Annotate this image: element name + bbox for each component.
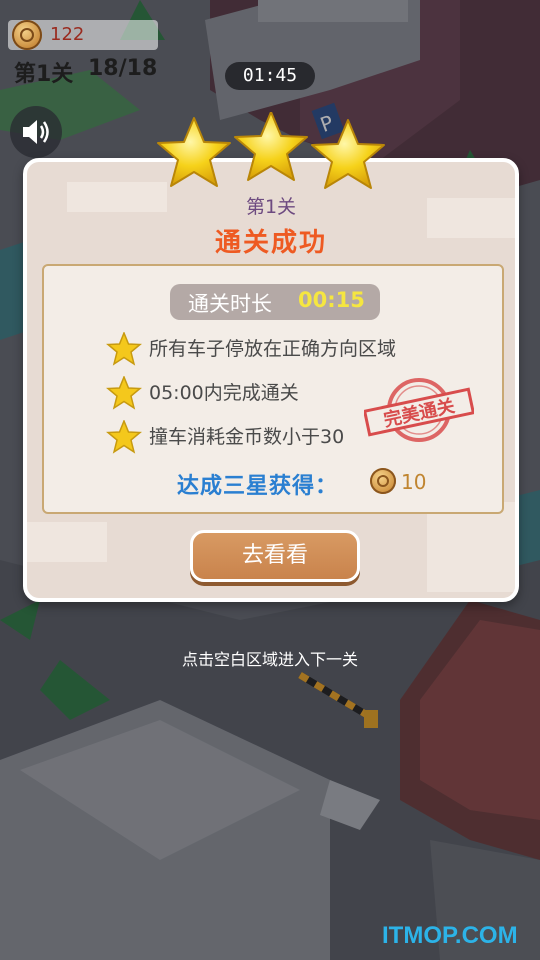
watermark: ITMOP.COM bbox=[382, 922, 518, 949]
dialog-title: 通关成功 bbox=[214, 228, 327, 258]
three-star-rating bbox=[157, 112, 385, 189]
clear-time-value: 00:15 bbox=[298, 288, 365, 312]
star-icon bbox=[311, 119, 385, 189]
condition-text: 撞车消耗金币数小于30 bbox=[149, 426, 345, 448]
dialog-decoration bbox=[27, 522, 107, 562]
coin-icon bbox=[370, 468, 396, 494]
star-icon bbox=[106, 376, 142, 410]
go-look-button[interactable]: 去看看 bbox=[190, 530, 360, 582]
reward-label: 达成三星获得： bbox=[177, 474, 339, 499]
clear-time-label: 通关时长 bbox=[188, 292, 272, 316]
perfect-clear-stamp: 完美通关 bbox=[364, 378, 474, 442]
result-panel: 通关时长 00:15 所有车子停放在正确方向区域 05:00内完成通关 撞车消耗… bbox=[42, 264, 504, 514]
sound-button[interactable] bbox=[10, 106, 62, 158]
coin-icon bbox=[12, 20, 42, 50]
reward-value: 10 bbox=[401, 470, 427, 494]
speaker-icon bbox=[23, 120, 49, 144]
star-icon bbox=[106, 332, 142, 366]
star-icon bbox=[157, 117, 231, 187]
level-label: 第1关 bbox=[14, 62, 74, 87]
coin-count: 122 bbox=[50, 24, 85, 45]
star-icon bbox=[234, 112, 308, 181]
game-timer: 01:45 bbox=[225, 62, 315, 90]
tap-to-continue-hint[interactable]: 点击空白区域进入下一关 bbox=[0, 646, 540, 670]
star-icon bbox=[106, 420, 142, 454]
condition-text: 所有车子停放在正确方向区域 bbox=[149, 338, 397, 360]
level-complete-dialog: 第1关 通关成功 通关时长 00:15 所有车子停放在正确方向区域 05:00内… bbox=[23, 158, 519, 602]
condition-text: 05:00内完成通关 bbox=[149, 382, 299, 404]
level-progress: 18/18 bbox=[88, 56, 158, 81]
dialog-decoration bbox=[427, 502, 515, 592]
